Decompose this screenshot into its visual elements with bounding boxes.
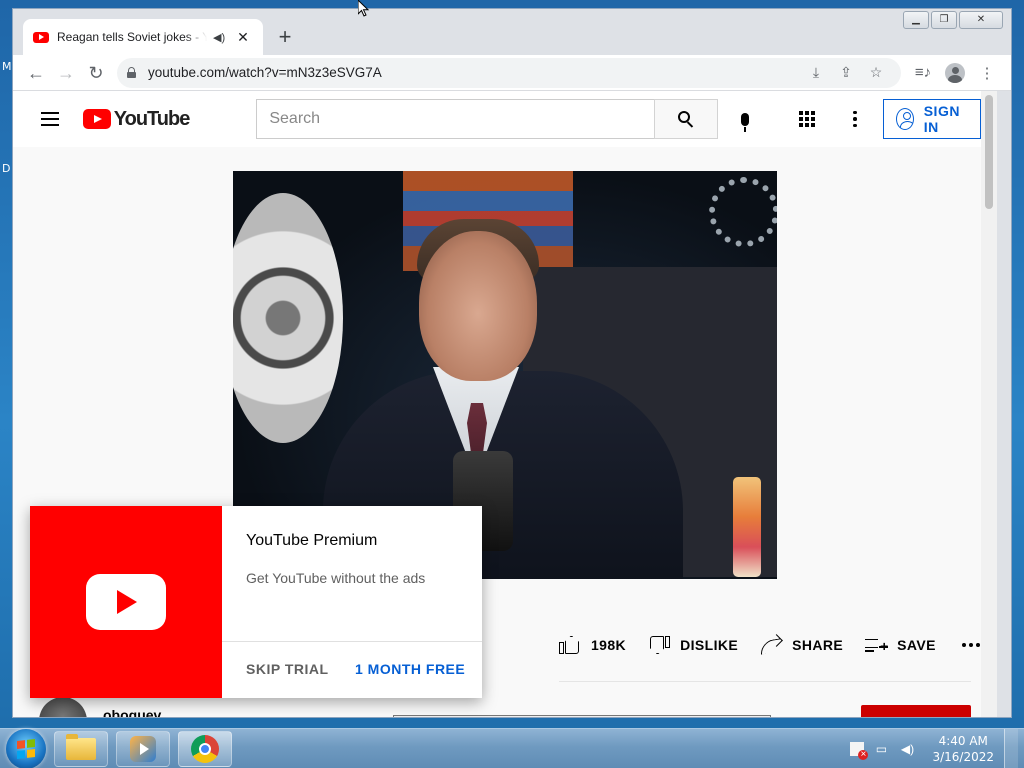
- search-box: [256, 99, 719, 139]
- install-app-icon[interactable]: ⤓: [801, 64, 831, 81]
- chrome-icon: [191, 734, 219, 763]
- network-icon[interactable]: ▭: [872, 741, 890, 757]
- hamburger-menu-icon[interactable]: [41, 107, 61, 131]
- share-label: SHARE: [792, 637, 844, 653]
- clock[interactable]: 4:40 AM 3/16/2022: [932, 733, 994, 765]
- media-player-icon: [130, 735, 156, 762]
- url-text[interactable]: youtube.com/watch?v=mN3z3eSVG7A: [148, 65, 801, 80]
- windows-logo-icon: [17, 738, 35, 759]
- scrollbar-thumb[interactable]: [985, 95, 993, 209]
- window-controls: ▁ ❐ ✕: [901, 11, 1003, 29]
- divider: [559, 681, 971, 682]
- account-icon: [895, 108, 914, 130]
- youtube-logo-text: YouTube: [113, 107, 191, 130]
- like-count: 198K: [591, 637, 627, 653]
- bookmark-star-icon[interactable]: ☆: [861, 64, 891, 81]
- restore-button[interactable]: ❐: [931, 11, 957, 29]
- system-tray: ▭ ◀) 4:40 AM 3/16/2022: [842, 728, 1024, 768]
- apps-grid-icon[interactable]: [799, 111, 816, 127]
- search-icon: [678, 111, 694, 127]
- forward-arrow-icon[interactable]: →: [51, 59, 81, 87]
- thumbs-down-icon: [648, 635, 670, 655]
- share-arrow-icon: [760, 635, 782, 655]
- youtube-logo-icon: [82, 109, 111, 129]
- subscribe-button[interactable]: SUBSCRIBE: [861, 705, 971, 717]
- microphone-icon: [740, 112, 749, 132]
- desktop-icon-label-partial: D: [2, 162, 11, 175]
- show-desktop-button[interactable]: [1004, 728, 1018, 768]
- profile-avatar-icon[interactable]: [945, 62, 965, 83]
- media-control-icon[interactable]: ≡♪: [907, 64, 939, 81]
- clock-date: 3/16/2022: [932, 749, 994, 764]
- taskbar-media-player-button[interactable]: [116, 730, 170, 767]
- clock-time: 4:40 AM: [938, 733, 988, 748]
- folder-icon: [66, 733, 96, 760]
- windows-taskbar: ▭ ◀) 4:40 AM 3/16/2022: [0, 728, 1024, 768]
- month-free-button[interactable]: 1 MONTH FREE: [355, 661, 465, 677]
- share-button[interactable]: SHARE: [760, 635, 843, 655]
- address-bar[interactable]: youtube.com/watch?v=mN3z3eSVG7A ⤓ ⇪ ☆: [117, 57, 901, 88]
- premium-promo-popup: YouTube Premium Get YouTube without the …: [30, 506, 482, 698]
- desktop-icon-label-partial: M: [2, 60, 12, 73]
- search-button[interactable]: [654, 99, 719, 139]
- close-window-button[interactable]: ✕: [959, 11, 1003, 29]
- premium-promo-art: [30, 506, 222, 698]
- like-button[interactable]: 198K: [559, 635, 626, 655]
- save-label: SAVE: [897, 637, 936, 653]
- premium-subtitle: Get YouTube without the ads: [246, 570, 426, 586]
- save-button[interactable]: + SAVE: [865, 635, 936, 655]
- youtube-logo[interactable]: YouTube: [82, 107, 191, 131]
- youtube-header: YouTube SIGN IN: [13, 91, 997, 147]
- share-page-icon[interactable]: ⇪: [831, 64, 861, 81]
- youtube-favicon-icon: [33, 31, 49, 43]
- dislike-label: DISLIKE: [680, 637, 739, 653]
- sign-in-button[interactable]: SIGN IN: [882, 99, 981, 139]
- channel-avatar[interactable]: [39, 697, 87, 717]
- browser-menu-icon[interactable]: ⋮: [971, 64, 1003, 82]
- reload-icon[interactable]: ↻: [81, 59, 111, 87]
- lock-icon[interactable]: [127, 67, 136, 78]
- playlist-add-icon: +: [865, 635, 888, 655]
- close-tab-icon[interactable]: ✕: [237, 29, 249, 46]
- mouse-cursor-icon: [358, 0, 370, 17]
- settings-more-icon[interactable]: [853, 110, 857, 128]
- start-button[interactable]: [6, 728, 46, 768]
- back-arrow-icon[interactable]: ←: [21, 59, 51, 87]
- channel-name[interactable]: oboguev: [103, 707, 161, 717]
- vertical-scrollbar[interactable]: [981, 91, 997, 717]
- speaker-icon[interactable]: ◀): [213, 31, 225, 44]
- new-tab-button[interactable]: +: [271, 23, 299, 51]
- more-actions-icon[interactable]: [961, 643, 980, 647]
- taskbar-explorer-button[interactable]: [54, 730, 108, 767]
- browser-toolbar: ← → ↻ youtube.com/watch?v=mN3z3eSVG7A ⤓ …: [13, 55, 1011, 91]
- dislike-button[interactable]: DISLIKE: [648, 635, 738, 655]
- premium-title: YouTube Premium: [246, 532, 378, 549]
- horizontal-scrollbar[interactable]: [393, 715, 771, 717]
- volume-icon[interactable]: ◀): [898, 741, 916, 757]
- video-frame-gear: [709, 177, 777, 247]
- minimize-button[interactable]: ▁: [903, 11, 929, 29]
- tab-strip: Reagan tells Soviet jokes - YouTube ◀) ✕…: [13, 9, 1011, 55]
- thumbs-up-icon: [559, 635, 581, 655]
- youtube-play-logo-icon: [86, 574, 166, 630]
- skip-trial-button[interactable]: SKIP TRIAL: [246, 661, 329, 677]
- action-center-flag-icon[interactable]: [850, 741, 869, 760]
- video-actions: 198K DISLIKE SHARE + SAVE: [559, 635, 980, 655]
- taskbar-chrome-button[interactable]: [178, 730, 232, 767]
- divider: [222, 641, 482, 642]
- voice-search-button[interactable]: [728, 99, 761, 139]
- browser-tab[interactable]: Reagan tells Soviet jokes - YouTube ◀) ✕: [23, 19, 263, 55]
- sign-in-label: SIGN IN: [923, 103, 960, 135]
- tab-title: Reagan tells Soviet jokes - YouTube: [57, 30, 207, 44]
- search-input[interactable]: [256, 99, 655, 139]
